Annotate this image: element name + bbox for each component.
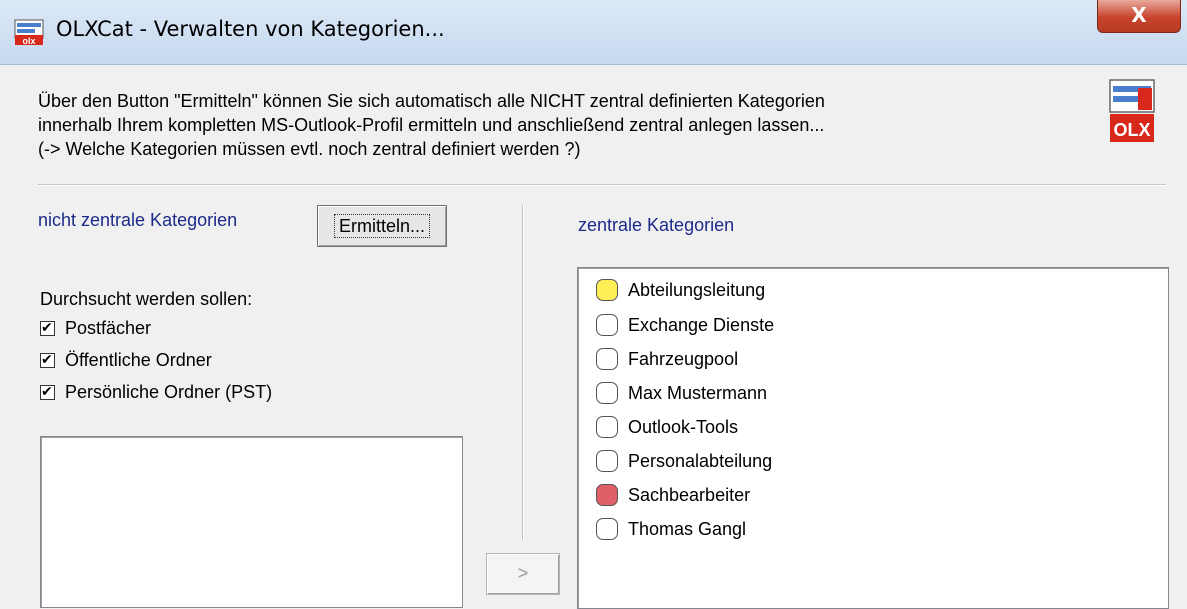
divider-horizontal	[38, 184, 1166, 186]
intro-line-2: innerhalb Ihrem kompletten MS-Outlook-Pr…	[38, 115, 825, 135]
close-button[interactable]: X	[1097, 0, 1181, 33]
category-name: Thomas Gangl	[628, 518, 747, 539]
checkbox-checked-icon[interactable]	[40, 382, 55, 402]
category-color-swatch	[596, 416, 618, 438]
checkbox-postfaecher[interactable]: Postfächer	[40, 316, 151, 340]
checkbox-oeffentliche-ordner[interactable]: Öffentliche Ordner	[40, 348, 212, 372]
ermitteln-button[interactable]: Ermitteln...	[317, 205, 447, 247]
intro-line-1: Über den Button "Ermitteln" können Sie s…	[38, 91, 825, 111]
olx-logo: OLX	[1109, 79, 1155, 142]
window-title: OLXCat - Verwalten von Kategorien...	[56, 17, 445, 41]
non-central-categories-list[interactable]	[40, 436, 463, 608]
transfer-button[interactable]: >	[486, 553, 560, 595]
category-color-swatch	[596, 348, 618, 370]
svg-text:olx: olx	[22, 36, 35, 46]
list-item[interactable]: Exchange Dienste	[596, 311, 774, 339]
category-name: Exchange Dienste	[628, 314, 775, 335]
olx-logo-text: OLX	[1113, 120, 1150, 140]
category-color-swatch	[596, 382, 618, 404]
category-color-swatch	[596, 279, 618, 301]
checkbox-checked-icon[interactable]	[40, 350, 55, 370]
list-item[interactable]: Fahrzeugpool	[596, 345, 738, 373]
intro-text: Über den Button "Ermitteln" können Sie s…	[38, 89, 1078, 161]
category-name: Abteilungsleitung	[628, 279, 766, 300]
category-color-swatch	[596, 518, 618, 540]
category-name: Sachbearbeiter	[628, 484, 751, 505]
divider-vertical	[522, 205, 524, 540]
search-scope-label: Durchsucht werden sollen:	[40, 289, 253, 309]
list-item[interactable]: Sachbearbeiter	[596, 481, 750, 509]
app-icon: olx	[14, 19, 44, 46]
checkbox-label: Persönliche Ordner (PST)	[65, 381, 273, 402]
close-icon: X	[1131, 3, 1147, 27]
title-bar: olx OLXCat - Verwalten von Kategorien...…	[0, 0, 1187, 65]
list-item[interactable]: Thomas Gangl	[596, 515, 746, 543]
intro-line-3: (-> Welche Kategorien müssen evtl. noch …	[38, 139, 581, 159]
checkbox-label: Öffentliche Ordner	[65, 349, 212, 370]
list-item[interactable]: Outlook-Tools	[596, 413, 738, 441]
category-color-swatch	[596, 450, 618, 472]
list-item[interactable]: Max Mustermann	[596, 379, 767, 407]
category-name: Personalabteilung	[628, 450, 773, 471]
checkbox-persoenliche-ordner[interactable]: Persönliche Ordner (PST)	[40, 380, 272, 404]
category-name: Fahrzeugpool	[628, 348, 739, 369]
checkbox-checked-icon[interactable]	[40, 318, 55, 338]
central-categories-list[interactable]: Abteilungsleitung Exchange Dienste Fahrz…	[577, 267, 1169, 609]
central-categories-heading: zentrale Kategorien	[578, 215, 735, 235]
ermitteln-button-label: Ermitteln...	[333, 214, 431, 238]
non-central-categories-heading: nicht zentrale Kategorien	[38, 210, 238, 230]
category-color-swatch	[596, 314, 618, 336]
chevron-right-icon: >	[517, 563, 529, 583]
list-item[interactable]: Abteilungsleitung	[596, 276, 765, 304]
checkbox-label: Postfächer	[65, 317, 152, 338]
list-item[interactable]: Personalabteilung	[596, 447, 772, 475]
category-name: Outlook-Tools	[628, 416, 739, 437]
category-name: Max Mustermann	[628, 382, 768, 403]
category-color-swatch	[596, 484, 618, 506]
